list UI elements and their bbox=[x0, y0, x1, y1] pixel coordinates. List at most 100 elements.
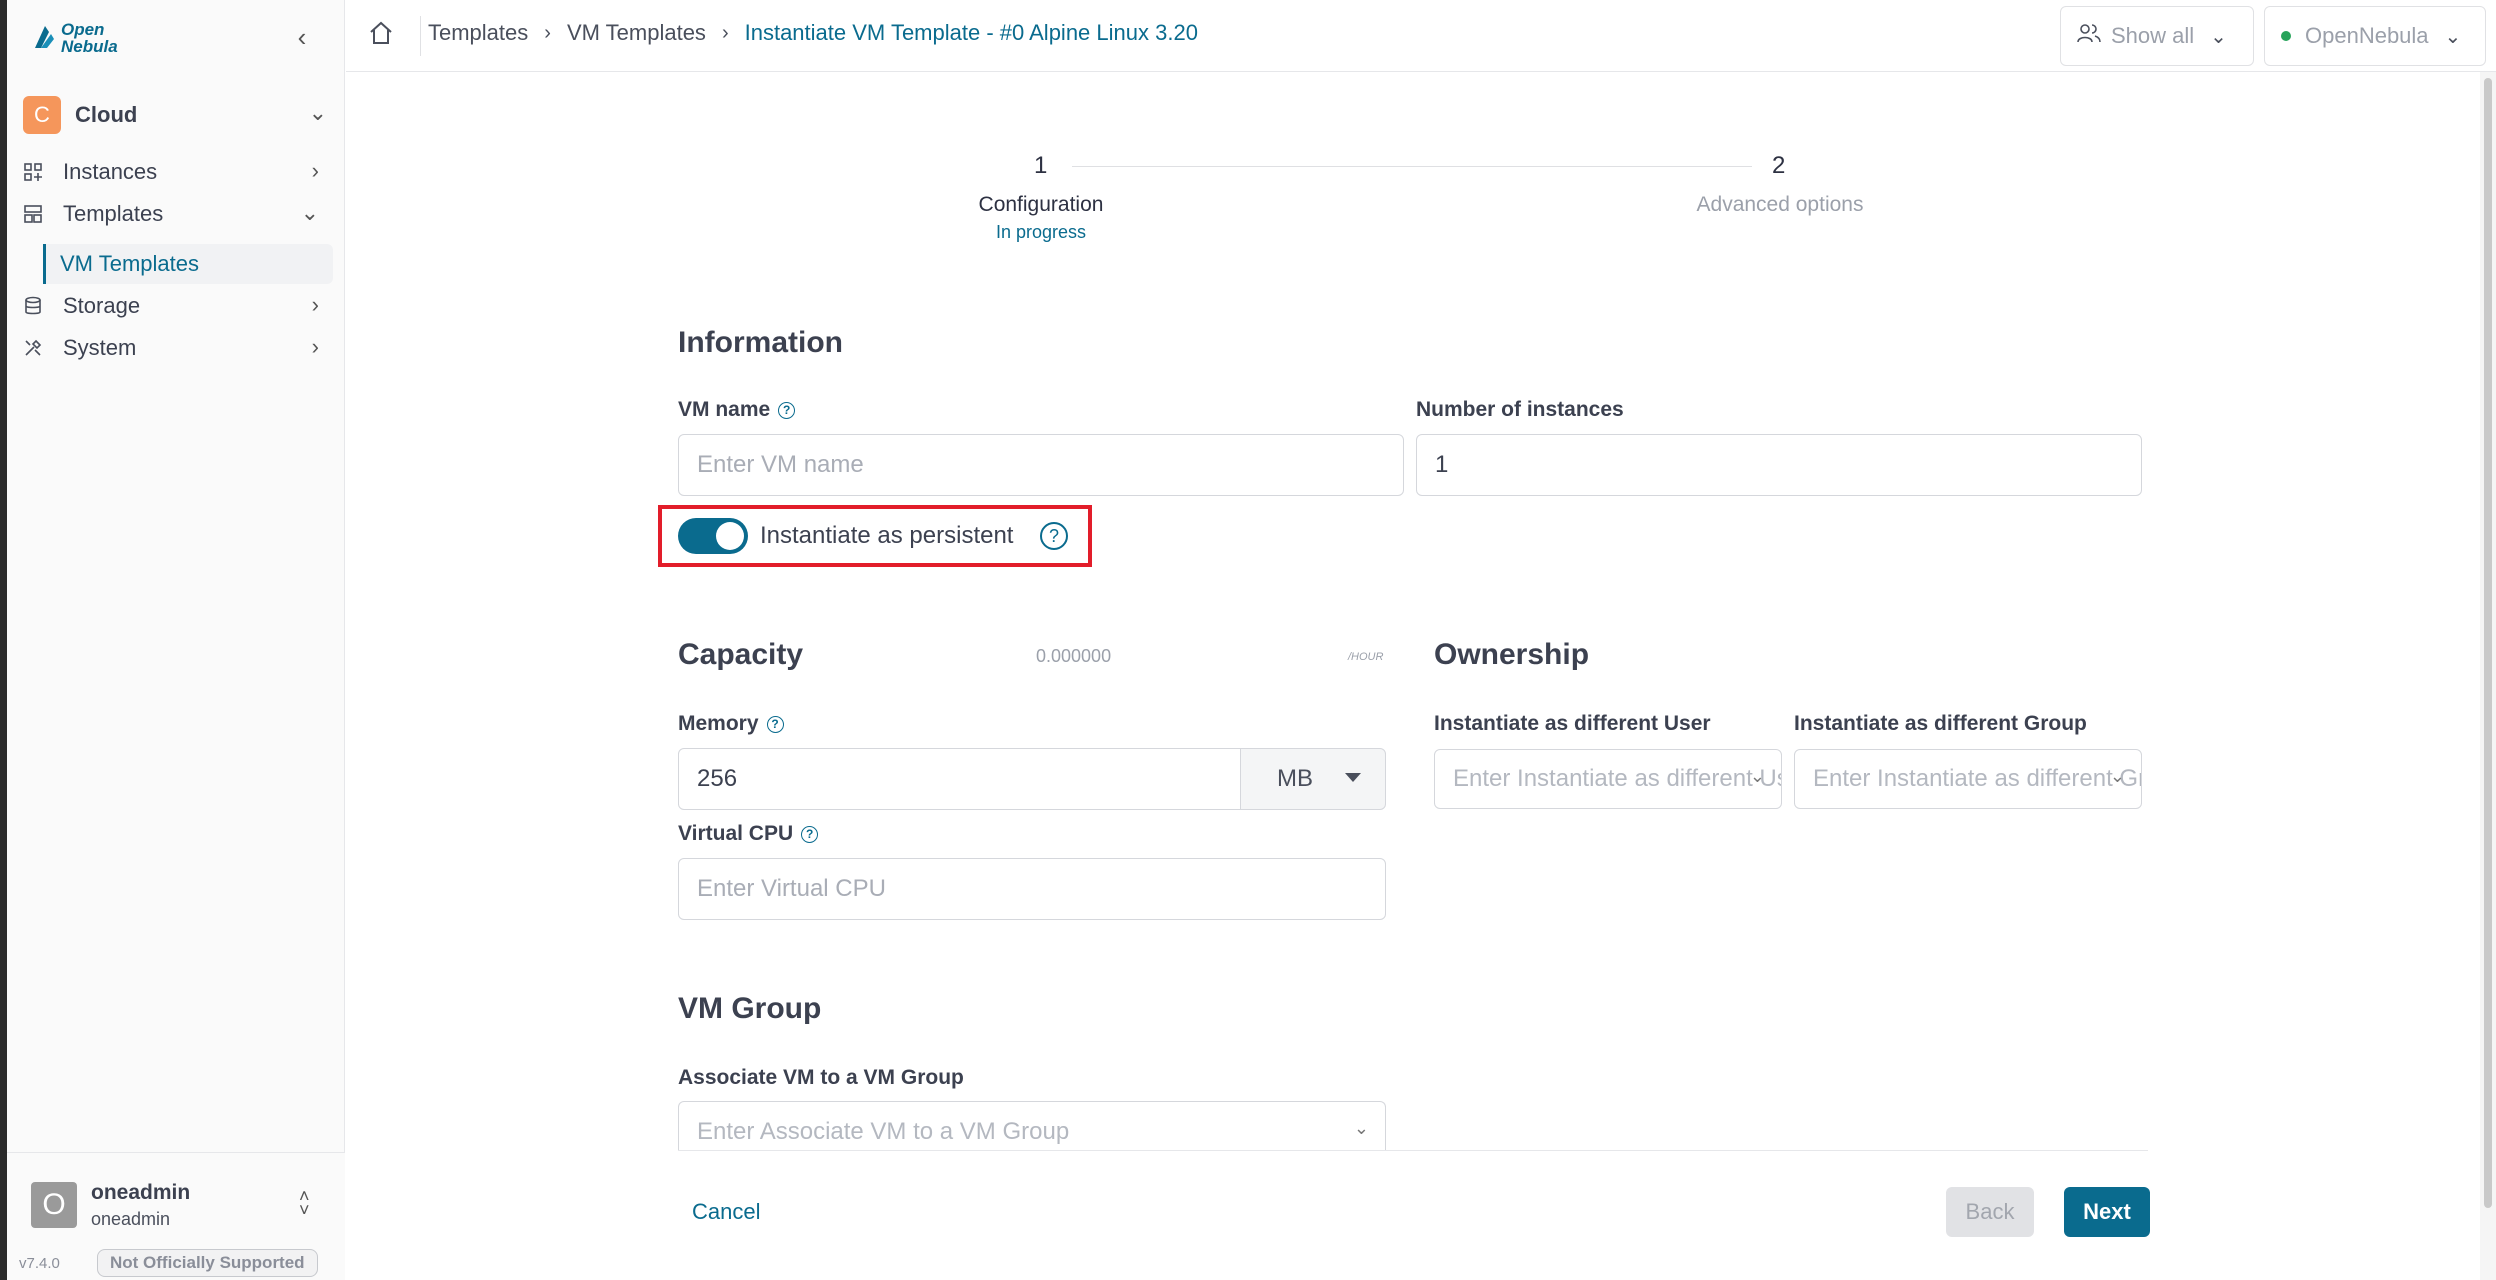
chevron-right-icon: › bbox=[311, 334, 319, 359]
logo-text-line2: Nebula bbox=[61, 37, 118, 56]
opennebula-logo-icon bbox=[35, 26, 54, 48]
persistent-toggle[interactable] bbox=[678, 518, 748, 554]
capacity-cost-unit: /HOUR bbox=[1348, 651, 1384, 663]
chevron-down-icon: ⌄ bbox=[2109, 766, 2125, 786]
memory-label-text: Memory bbox=[678, 712, 759, 735]
help-icon[interactable]: ? bbox=[1040, 522, 1068, 550]
different-user-placeholder: Enter Instantiate as different User bbox=[1453, 765, 1782, 792]
chevron-right-icon: › bbox=[544, 21, 551, 44]
different-user-label: Instantiate as different User bbox=[1434, 712, 1711, 735]
information-heading: Information bbox=[678, 326, 843, 359]
filter-label: Show all bbox=[2111, 23, 2195, 48]
support-badge: Not Officially Supported bbox=[97, 1249, 318, 1277]
vm-group-label: Associate VM to a VM Group bbox=[678, 1066, 964, 1089]
logo-text-line1: Open bbox=[61, 20, 105, 39]
step-1-number: 1 bbox=[1034, 152, 1048, 179]
vm-group-placeholder: Enter Associate VM to a VM Group bbox=[697, 1118, 1070, 1145]
storage-icon bbox=[21, 294, 45, 318]
zone-status-dot bbox=[2281, 31, 2291, 41]
stepper-connector bbox=[1072, 166, 1752, 167]
sidebar-item-storage[interactable]: Storage › bbox=[21, 286, 335, 326]
vm-group-select[interactable]: Enter Associate VM to a VM Group ⌄ bbox=[678, 1101, 1386, 1151]
top-header: Templates › VM Templates › Instantiate V… bbox=[346, 0, 2496, 72]
instances-input[interactable] bbox=[1416, 434, 2142, 496]
next-button[interactable]: Next bbox=[2064, 1187, 2150, 1237]
sidebar-item-vm-templates[interactable]: VM Templates bbox=[43, 244, 333, 284]
chevron-down-icon: ⌄ bbox=[1749, 766, 1765, 786]
breadcrumb: Templates › VM Templates › Instantiate V… bbox=[428, 20, 1198, 46]
main-scrollbar[interactable] bbox=[2480, 72, 2496, 1280]
breadcrumb-current: Instantiate VM Template - #0 Alpine Linu… bbox=[744, 20, 1198, 45]
sidebar-item-label: Templates bbox=[63, 201, 164, 226]
instances-label: Number of instances bbox=[1416, 398, 1624, 421]
chevron-down-icon: ⌄ bbox=[300, 200, 319, 225]
breadcrumb-vm-templates[interactable]: VM Templates bbox=[567, 20, 706, 46]
capacity-heading: Capacity bbox=[678, 638, 804, 671]
vm-name-input[interactable] bbox=[678, 434, 1404, 496]
vm-group-heading: VM Group bbox=[678, 992, 822, 1025]
help-icon[interactable]: ? bbox=[778, 401, 796, 419]
user-name: oneadmin bbox=[91, 1181, 191, 1204]
sidebar-item-label: Instances bbox=[63, 159, 158, 184]
avatar: O bbox=[31, 1182, 77, 1228]
version-label: v7.4.0 bbox=[19, 1255, 60, 1272]
capacity-cost: 0.000000 bbox=[1036, 646, 1112, 666]
scrollbar-thumb[interactable] bbox=[2484, 78, 2492, 1208]
templates-icon bbox=[21, 202, 45, 226]
vm-name-label-text: VM name bbox=[678, 398, 771, 421]
memory-unit-select[interactable]: MB bbox=[1240, 748, 1386, 810]
step-1-status: In progress bbox=[995, 222, 1087, 242]
vcpu-label: Virtual CPU ? bbox=[678, 822, 819, 846]
chevron-left-icon: ‹ bbox=[297, 21, 307, 52]
zone-label: OpenNebula bbox=[2305, 23, 2429, 48]
group-selector[interactable]: C Cloud ⌄ bbox=[23, 94, 335, 136]
sidebar-item-label: Storage bbox=[63, 293, 141, 318]
sidebar-item-system[interactable]: System › bbox=[21, 328, 335, 368]
step-2-title: Advanced options bbox=[1696, 193, 1864, 216]
sidebar-item-label: System bbox=[63, 335, 137, 360]
footer-divider bbox=[678, 1150, 2148, 1151]
user-group: oneadmin bbox=[91, 1209, 171, 1229]
different-group-label: Instantiate as different Group bbox=[1794, 712, 2087, 735]
zone-selector-button[interactable]: OpenNebula ⌄ bbox=[2264, 6, 2486, 66]
header-divider bbox=[420, 16, 421, 56]
users-icon bbox=[2077, 23, 2101, 49]
toggle-knob bbox=[716, 522, 744, 550]
persistent-toggle-label[interactable]: Instantiate as persistent bbox=[760, 522, 1013, 550]
vm-name-label: VM name ? bbox=[678, 398, 796, 422]
cancel-button[interactable]: Cancel bbox=[676, 1190, 776, 1234]
sidebar: Open Nebula ‹ C Cloud ⌄ Instances › Temp… bbox=[7, 0, 345, 1280]
user-menu[interactable]: O oneadmin oneadmin ˄ ˅ v7.4.0 Not Offici… bbox=[7, 1152, 345, 1280]
group-avatar: C bbox=[23, 96, 61, 134]
chevron-down-icon: ⌄ bbox=[2210, 25, 2227, 48]
back-button[interactable]: Back bbox=[1946, 1187, 2034, 1237]
chevron-up-down-icon: ˄ ˅ bbox=[299, 1186, 310, 1220]
home-icon[interactable] bbox=[368, 20, 398, 50]
chevron-right-icon: › bbox=[311, 158, 319, 183]
ownership-heading: Ownership bbox=[1434, 638, 1590, 671]
collapse-sidebar-button[interactable]: ‹ bbox=[285, 20, 319, 54]
chevron-down-icon: ⌄ bbox=[308, 100, 327, 125]
chevron-down-icon: ⌄ bbox=[2444, 25, 2462, 48]
sidebar-item-templates[interactable]: Templates ⌄ bbox=[21, 194, 335, 234]
tools-icon bbox=[21, 336, 45, 360]
help-icon[interactable]: ? bbox=[766, 715, 784, 733]
different-user-select[interactable]: Enter Instantiate as different User ⌄ bbox=[1434, 749, 1782, 809]
different-group-placeholder: Enter Instantiate as different Group bbox=[1813, 765, 2141, 792]
opennebula-logo[interactable]: Open Nebula bbox=[31, 18, 141, 58]
memory-input[interactable] bbox=[678, 748, 1242, 810]
sidebar-item-instances[interactable]: Instances › bbox=[21, 152, 335, 192]
chevron-right-icon: › bbox=[721, 21, 729, 44]
chevron-right-icon: › bbox=[311, 292, 319, 317]
vcpu-input[interactable] bbox=[678, 858, 1386, 920]
filter-show-all-button[interactable]: Show all ⌄ bbox=[2060, 6, 2254, 66]
breadcrumb-templates[interactable]: Templates bbox=[428, 20, 528, 46]
step-1-title: Configuration bbox=[978, 193, 1104, 216]
window-frame bbox=[0, 0, 7, 1280]
memory-unit-value: MB bbox=[1277, 765, 1313, 792]
step-2-number: 2 bbox=[1772, 152, 1786, 179]
different-group-select[interactable]: Enter Instantiate as different Group ⌄ bbox=[1794, 749, 2142, 809]
vcpu-label-text: Virtual CPU bbox=[678, 822, 794, 845]
help-icon[interactable]: ? bbox=[801, 825, 819, 843]
instances-icon bbox=[21, 160, 45, 184]
